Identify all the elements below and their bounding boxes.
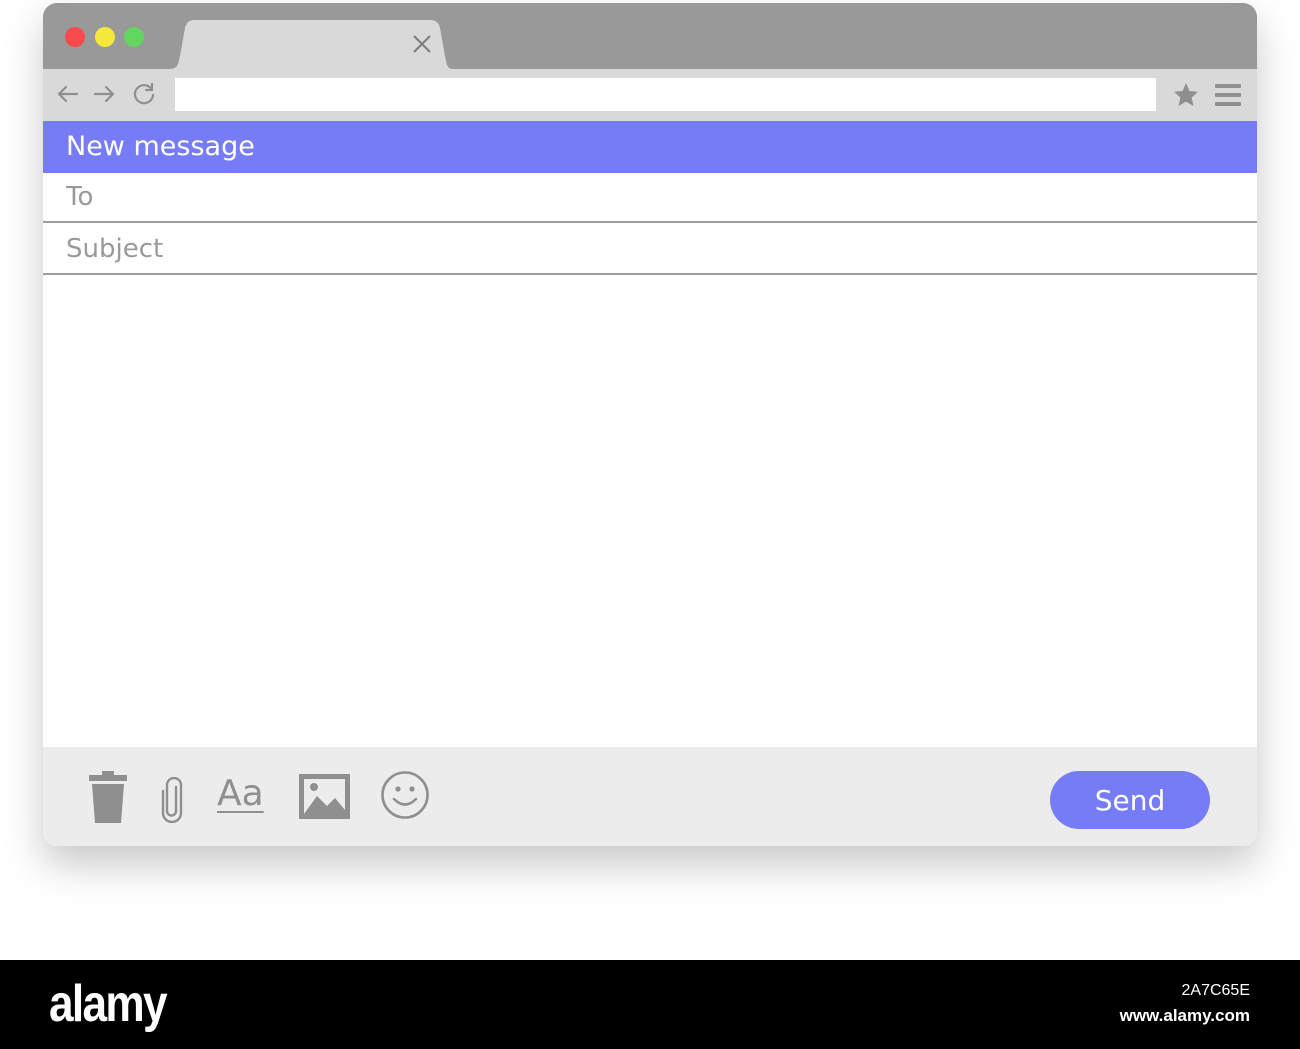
message-body[interactable] [43, 277, 1257, 747]
subject-field-row [43, 225, 1257, 275]
title-bar [43, 3, 1257, 69]
paperclip-icon[interactable] [157, 776, 187, 824]
star-icon[interactable] [1172, 81, 1200, 109]
to-field[interactable] [43, 173, 1257, 221]
browser-window: New message Aa [43, 3, 1257, 846]
subject-field[interactable] [43, 225, 1257, 273]
to-field-row [43, 173, 1257, 223]
watermark-bar: alamy 2A7C65E www.alamy.com [0, 960, 1300, 1049]
back-arrow-icon[interactable] [55, 81, 81, 107]
watermark-logo: alamy [49, 975, 168, 1033]
close-window-button[interactable] [65, 27, 85, 47]
address-bar[interactable] [175, 78, 1156, 111]
hamburger-menu-icon[interactable] [1214, 81, 1242, 109]
maximize-window-button[interactable] [124, 27, 144, 47]
close-icon[interactable] [411, 33, 433, 55]
send-button[interactable]: Send [1050, 771, 1210, 829]
watermark-url: www.alamy.com [1119, 1006, 1250, 1025]
image-icon[interactable] [299, 774, 350, 819]
browser-tab[interactable] [168, 20, 453, 69]
font-format-icon[interactable]: Aa [217, 771, 264, 817]
browser-toolbar [43, 69, 1257, 121]
trash-icon[interactable] [89, 771, 127, 823]
emoji-icon[interactable] [380, 770, 430, 820]
reload-icon[interactable] [131, 81, 157, 107]
compose-footer: Aa Send [43, 747, 1257, 846]
compose-header: New message [43, 121, 1257, 173]
forward-arrow-icon[interactable] [91, 81, 117, 107]
minimize-window-button[interactable] [95, 27, 115, 47]
watermark-image-id: 2A7C65E [1181, 982, 1251, 999]
